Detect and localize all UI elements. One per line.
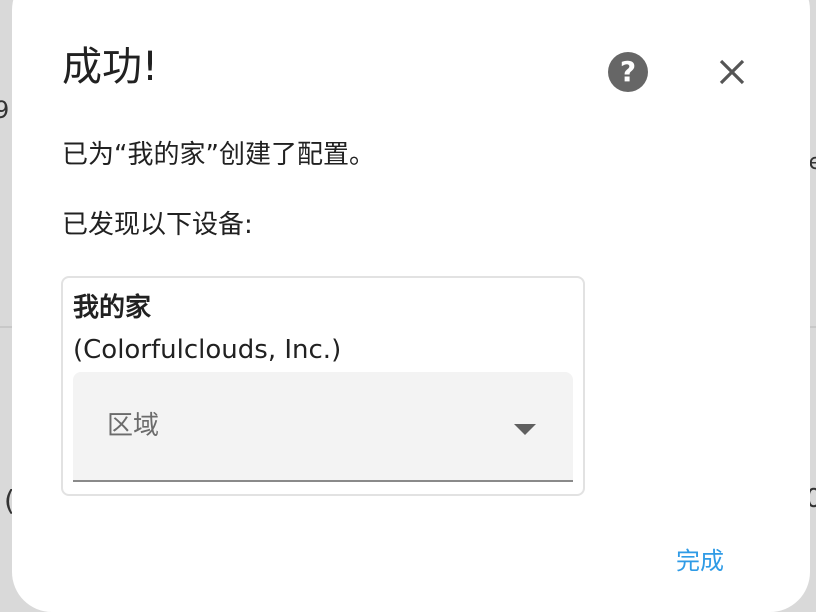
- help-button[interactable]: ?: [608, 52, 648, 92]
- device-name: 我的家: [73, 293, 152, 323]
- area-select-label: 区域: [107, 411, 160, 441]
- config-created-message: 已为“我的家”创建了配置。: [62, 140, 375, 170]
- close-button[interactable]: [712, 52, 752, 92]
- done-button[interactable]: 完成: [676, 544, 724, 578]
- success-dialog: 成功! ? 已为“我的家”创建了配置。 已发现以下设备: 我的家 (Colorf…: [12, 0, 810, 612]
- device-manufacturer: (Colorfulclouds, Inc.): [73, 335, 342, 365]
- devices-found-label: 已发现以下设备:: [62, 210, 253, 240]
- close-icon: [719, 59, 745, 85]
- area-select[interactable]: 区域: [73, 372, 573, 482]
- dialog-title: 成功!: [62, 44, 159, 90]
- question-mark-icon: ?: [619, 55, 637, 88]
- dropdown-arrow-icon: [514, 424, 536, 435]
- background-text-fragment: 9: [0, 96, 10, 124]
- device-card: 我的家 (Colorfulclouds, Inc.) 区域: [61, 276, 585, 496]
